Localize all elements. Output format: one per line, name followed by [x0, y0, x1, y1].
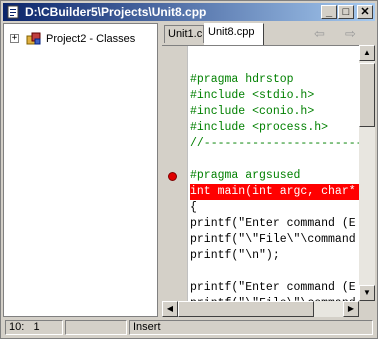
- class-explorer-pane: + Project2 - Classes: [3, 23, 158, 317]
- horizontal-scroll-thumb[interactable]: [178, 301, 314, 317]
- close-button[interactable]: ✕: [357, 5, 373, 19]
- editor-gutter[interactable]: [162, 46, 188, 302]
- code-line[interactable]: //-------------------------------: [190, 136, 359, 152]
- code-line[interactable]: {: [190, 200, 197, 216]
- tab-unit8[interactable]: Unit8.cpp: [204, 23, 264, 45]
- back-arrow-icon[interactable]: ⇦: [314, 26, 325, 42]
- vertical-scroll-thumb[interactable]: [359, 63, 375, 127]
- scroll-left-button[interactable]: ◀: [162, 301, 178, 317]
- scrollbar-corner: [359, 301, 375, 317]
- window-title: D:\CBuilder5\Projects\Unit8.cpp: [25, 5, 207, 19]
- scroll-up-button[interactable]: ▲: [359, 45, 375, 61]
- cursor-position: 10: 1: [5, 320, 63, 335]
- modified-indicator: [65, 320, 127, 335]
- cpp-file-icon: [7, 5, 19, 19]
- editor-tabs: Unit1.c Unit8.cpp ⇦ ⇨: [162, 23, 375, 45]
- code-line[interactable]: #pragma argsused: [190, 168, 300, 184]
- code-line[interactable]: printf("Enter command (E: [190, 280, 356, 296]
- maximize-button[interactable]: □: [338, 5, 354, 19]
- code-line[interactable]: #pragma hdrstop: [190, 72, 294, 88]
- scroll-down-button[interactable]: ▼: [359, 285, 375, 301]
- code-line[interactable]: #include <stdio.h>: [190, 88, 314, 104]
- status-bar: 10: 1 Insert: [3, 318, 375, 336]
- title-bar[interactable]: D:\CBuilder5\Projects\Unit8.cpp _ □ ✕: [3, 3, 375, 21]
- minimize-button[interactable]: _: [321, 5, 337, 19]
- code-line[interactable]: printf("Enter command (E: [190, 216, 356, 232]
- scroll-right-button[interactable]: ▶: [343, 301, 359, 317]
- code-line[interactable]: #include <conio.h>: [190, 104, 314, 120]
- insert-mode-indicator: Insert: [129, 320, 373, 335]
- forward-arrow-icon[interactable]: ⇨: [345, 26, 356, 42]
- tab-unit1[interactable]: Unit1.c: [164, 25, 204, 43]
- project-icon: [26, 32, 41, 45]
- code-line[interactable]: printf("\"File\"\command: [190, 232, 356, 248]
- breakpoint-line[interactable]: int main(int argc, char* argv[]): [190, 184, 359, 200]
- breakpoint-dot-icon[interactable]: [168, 172, 177, 181]
- tree-item-label: Project2 - Classes: [46, 33, 136, 45]
- code-editor[interactable]: #pragma hdrstop #include <stdio.h> #includ…: [162, 45, 359, 302]
- editor-window: D:\CBuilder5\Projects\Unit8.cpp _ □ ✕ + …: [0, 0, 378, 339]
- vertical-scrollbar[interactable]: ▲ ▼: [359, 45, 375, 301]
- horizontal-scrollbar[interactable]: ◀ ▶: [162, 301, 359, 317]
- code-line[interactable]: #include <process.h>: [190, 120, 328, 136]
- expand-icon[interactable]: +: [10, 34, 19, 43]
- code-line[interactable]: printf("\n");: [190, 248, 280, 264]
